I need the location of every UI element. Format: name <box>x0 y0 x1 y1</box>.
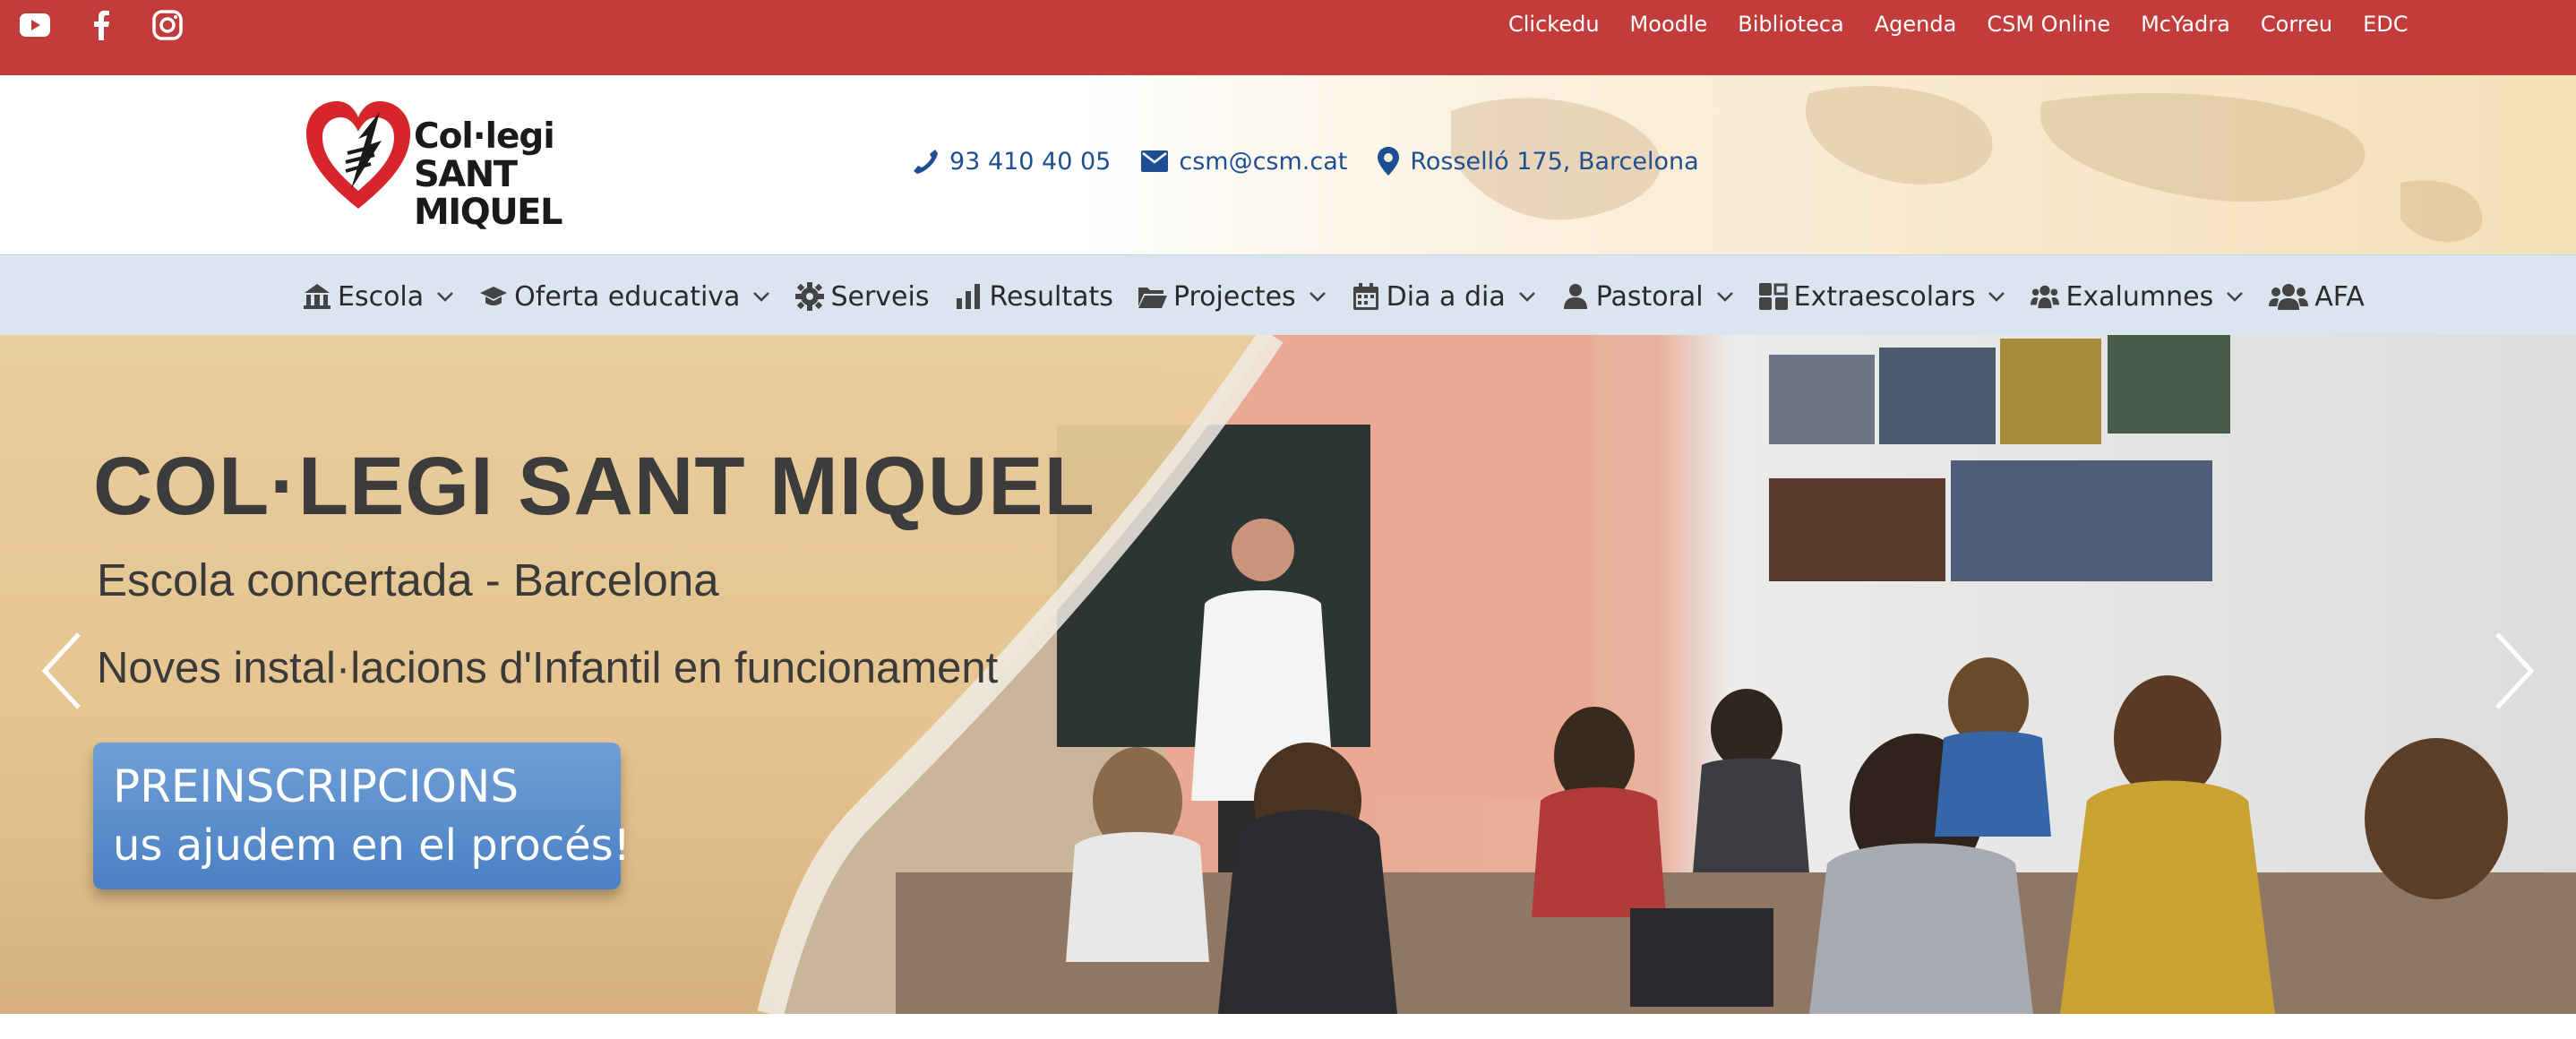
social-links <box>18 9 185 41</box>
chevron-down-icon <box>437 292 454 302</box>
chevron-down-icon <box>1988 292 2005 302</box>
chevron-down-icon <box>2227 292 2244 302</box>
nav-item-dia-a-dia[interactable]: Dia a dia <box>1352 281 1536 313</box>
nav-label: AFA <box>2314 280 2365 313</box>
youtube-icon[interactable] <box>18 9 52 41</box>
school-logo[interactable]: Col·legi SANT MIQUEL <box>305 99 636 231</box>
contact-info: 93 410 40 05 csm@csm.cat Rosselló 175, B… <box>912 147 1730 176</box>
calendar-icon <box>1352 282 1380 311</box>
users-icon <box>2269 282 2309 311</box>
nav-item-exalumnes[interactable]: Exalumnes <box>2031 281 2244 313</box>
chevron-down-icon <box>1518 292 1535 302</box>
school-icon <box>303 282 331 311</box>
top-link-clickedu[interactable]: Clickedu <box>1508 12 1600 37</box>
nav-label: Escola <box>338 280 425 313</box>
top-link-csm-online[interactable]: CSM Online <box>1987 12 2110 37</box>
heart-logo-icon <box>306 101 410 209</box>
graduation-cap-icon <box>479 282 508 311</box>
top-link-edc[interactable]: EDC <box>2363 12 2408 37</box>
nav-item-serveis[interactable]: Serveis <box>795 281 929 313</box>
site-header: Col·legi SANT MIQUEL 93 410 40 05 csm@cs… <box>0 75 2576 254</box>
phone-number: 93 410 40 05 <box>949 147 1112 176</box>
nav-label: Oferta educativa <box>514 280 741 313</box>
instagram-icon[interactable] <box>150 9 185 41</box>
nav-label: Projectes <box>1172 280 1296 313</box>
hero-slider: COL·LEGI SANT MIQUEL Escola concertada -… <box>0 335 2576 1014</box>
nav-item-extraescolars[interactable]: Extraescolars <box>1758 280 2006 313</box>
nav-label: Resultats <box>989 280 1113 313</box>
map-pin-icon <box>1378 147 1400 176</box>
folder-open-icon <box>1138 282 1167 311</box>
bar-chart-icon <box>954 282 983 311</box>
chevron-down-icon <box>753 292 770 302</box>
hero-subtitle: Escola concertada - Barcelona <box>97 554 719 605</box>
top-link-correu[interactable]: Correu <box>2261 12 2332 37</box>
top-bar: Clickedu Moodle Biblioteca Agenda CSM On… <box>0 0 2576 75</box>
nav-label: Serveis <box>830 280 930 313</box>
chevron-down-icon <box>1716 292 1733 302</box>
envelope-icon <box>1141 150 1169 172</box>
contact-address[interactable]: Rosselló 175, Barcelona <box>1378 147 1699 176</box>
person-icon <box>1561 282 1590 311</box>
slider-prev-icon[interactable] <box>39 631 84 711</box>
preinscripcions-button[interactable]: PREINSCRIPCIONS us ajudem en el procés! <box>93 743 631 889</box>
nav-label: Exalumnes <box>2065 280 2214 313</box>
top-link-mcyadra[interactable]: McYadra <box>2141 12 2230 37</box>
top-links: Clickedu Moodle Biblioteca Agenda CSM On… <box>1508 11 2438 38</box>
top-link-moodle[interactable]: Moodle <box>1630 12 1708 37</box>
cta-line1: PREINSCRIPCIONS <box>113 760 519 812</box>
facebook-icon[interactable] <box>84 9 118 41</box>
main-nav: Escola Oferta educativa Serveis Resultat… <box>0 254 2576 335</box>
nav-item-pastoral[interactable]: Pastoral <box>1561 281 1734 313</box>
cta-line2: us ajudem en el procés! <box>113 820 631 871</box>
nav-items: Escola Oferta educativa Serveis Resultat… <box>303 279 2390 314</box>
top-link-biblioteca[interactable]: Biblioteca <box>1738 12 1843 37</box>
hero-title: COL·LEGI SANT MIQUEL <box>93 441 1095 532</box>
email-address: csm@csm.cat <box>1179 147 1348 176</box>
logo-line2: SANT MIQUEL <box>414 153 562 233</box>
slider-next-icon[interactable] <box>2492 631 2537 711</box>
nav-label: Dia a dia <box>1386 280 1506 313</box>
hero-announcement: Noves instal·lacions d'Infantil en funci… <box>97 644 999 692</box>
nav-item-escola[interactable]: Escola <box>303 281 454 313</box>
nav-item-oferta-educativa[interactable]: Oferta educativa <box>479 281 770 313</box>
nav-item-afa[interactable]: AFA <box>2269 281 2365 313</box>
logo-line1: Col·legi <box>414 116 555 157</box>
contact-email[interactable]: csm@csm.cat <box>1141 148 1347 176</box>
nav-item-resultats[interactable]: Resultats <box>954 280 1113 313</box>
address-text: Rosselló 175, Barcelona <box>1410 147 1699 176</box>
gear-icon <box>795 282 825 311</box>
phone-icon <box>914 150 938 174</box>
top-link-agenda[interactable]: Agenda <box>1875 12 1957 37</box>
nav-item-projectes[interactable]: Projectes <box>1138 281 1327 313</box>
puzzle-icon <box>1758 282 1788 311</box>
contact-phone[interactable]: 93 410 40 05 <box>912 148 1111 176</box>
nav-label: Pastoral <box>1595 280 1704 313</box>
logo-text: Col·legi SANT MIQUEL <box>414 116 636 233</box>
nav-label: Extraescolars <box>1793 280 1976 313</box>
group-icon <box>2031 282 2060 311</box>
chevron-down-icon <box>1309 292 1326 302</box>
